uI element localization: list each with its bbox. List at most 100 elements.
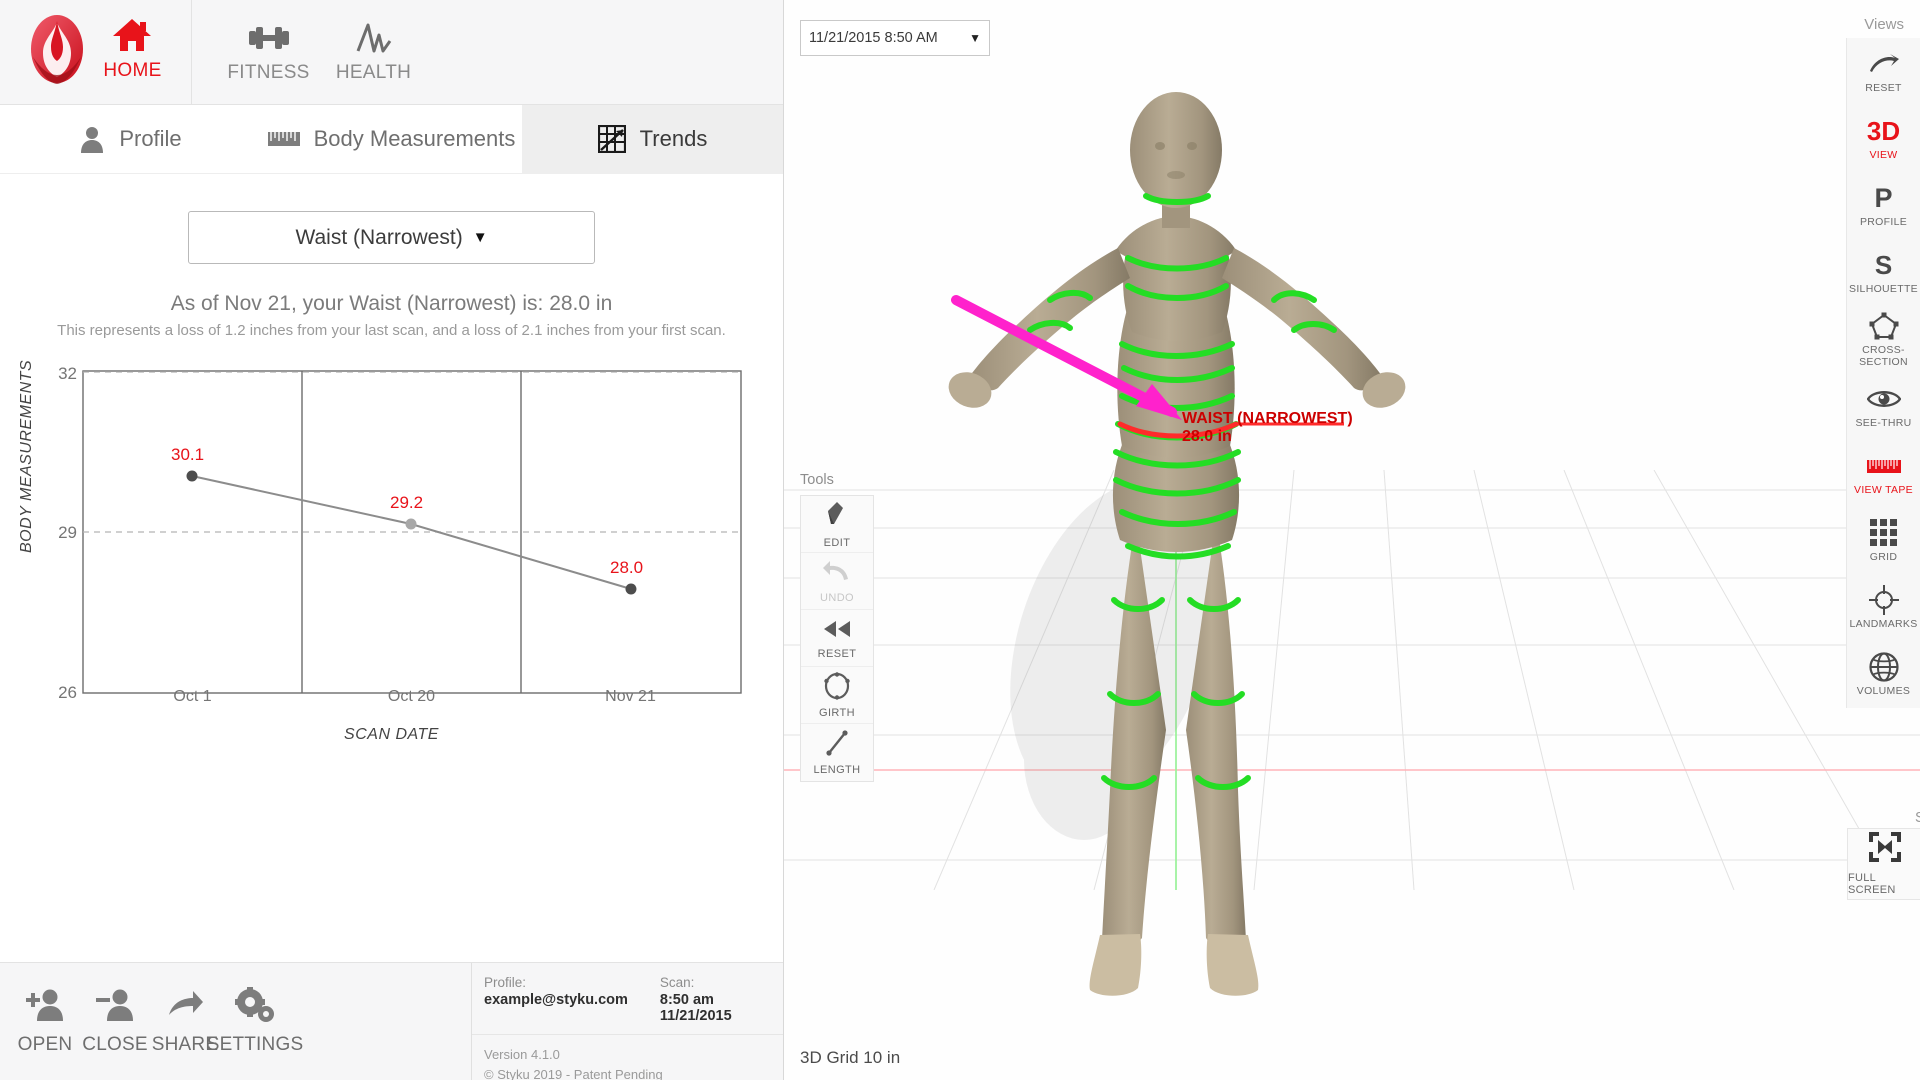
open-button[interactable]: OPEN [10,963,80,1080]
tool-label-edit: EDIT [823,536,851,549]
ruler-icon [267,129,300,149]
girth-ring-icon [823,671,851,705]
view-label-reset: RESET [1865,82,1902,94]
tool-girth[interactable]: GIRTH [801,667,873,724]
view-label-grid: GRID [1869,551,1898,563]
remove-person-icon [95,987,135,1028]
s-letter-icon: S [1874,249,1893,280]
styku-logo-icon [29,13,85,85]
tab-bar: Profile Body Measurements Trends [0,105,783,174]
view-label-silhouette: SILHOUETTE [1849,283,1918,295]
chart-ytick-29: 29 [58,523,77,543]
measure-value: 28.0 in [1182,428,1232,445]
nav-label-health: HEALTH [335,62,412,83]
summary-detail: This represents a loss of 1.2 inches fro… [57,322,726,339]
chart-point-label-0: 30.1 [171,445,205,465]
tools-panel: EDIT UNDO RESET GIRTH LENGTH [800,495,874,782]
view-label-3d: VIEW [1869,149,1898,161]
views-panel: RESET 3D VIEW P PROFILE S SILHOUETTE CRO… [1846,38,1920,708]
view-profile[interactable]: P PROFILE [1847,172,1920,239]
full-screen-button[interactable]: FULL SCREEN [1848,829,1920,899]
view-label-landmarks: LANDMARKS [1849,618,1918,630]
share-button[interactable]: SHARE [150,963,220,1080]
screen-settings-panel: FULL SCREEN SPLIT-SCREEN [1847,828,1920,900]
top-navigation-bar: HOME FITNESS HEALTH [0,0,783,105]
full-screen-label: FULL SCREEN [1848,872,1896,896]
tools-title: Tools [800,472,834,488]
p-letter-icon: P [1874,182,1893,213]
pen-icon [824,500,850,535]
footer-info-bottom: Version 4.1.0 © Styku 2019 - Patent Pend… [472,1035,783,1080]
tab-label-trends: Trends [639,126,708,151]
view-label-volumes: VOLUMES [1856,685,1911,697]
tab-body-measurements[interactable]: Body Measurements [261,105,522,173]
open-label: OPEN [17,1034,73,1055]
tool-undo[interactable]: UNDO [801,553,873,610]
view-3d[interactable]: 3D VIEW [1847,105,1920,172]
view-label-profile: PROFILE [1859,216,1908,228]
tape-measure-icon [1866,451,1901,481]
tab-label-profile: Profile [119,126,182,151]
footer-info: Profile: example@styku.com Scan: 8:50 am… [471,963,783,1080]
measurement-selector-wrap: Waist (Narrowest) ▼ [0,174,783,264]
measure-label: WAIST (NARROWEST) [1182,410,1353,427]
view-volumes[interactable]: VOLUMES [1847,641,1920,708]
view-label-cross-section: CROSS-SECTION [1859,344,1908,368]
footer-scan: Scan: 8:50 am 11/21/2015 [660,975,783,1024]
nav-label-home: HOME [103,59,162,81]
logo-cell: HOME [0,0,192,104]
person-icon [79,125,105,153]
chart-x-axis-label: SCAN DATE [344,726,439,744]
crosshair-icon [1868,585,1899,615]
footer-tools: OPEN CLOSE SHARE SETTINGS [0,963,303,1080]
footer-info-top: Profile: example@styku.com Scan: 8:50 am… [472,963,783,1035]
tool-length[interactable]: LENGTH [801,724,873,781]
view-silhouette[interactable]: S SILHOUETTE [1847,239,1920,306]
views-title: Views [1864,16,1904,33]
pentagon-icon [1869,311,1899,341]
view-grid[interactable]: GRID [1847,507,1920,574]
add-person-icon [25,987,65,1028]
measurement-selector[interactable]: Waist (Narrowest) ▼ [188,211,595,264]
chevron-down-icon: ▼ [969,31,981,45]
view-see-thru[interactable]: SEE-THRU [1847,373,1920,440]
tool-reset[interactable]: RESET [801,610,873,667]
tool-edit[interactable]: EDIT [801,496,873,553]
reset-arrow-icon [1867,49,1901,79]
nav-item-health[interactable]: HEALTH [321,0,426,84]
pulse-icon [355,16,393,60]
view-landmarks[interactable]: LANDMARKS [1847,574,1920,641]
view-label-see-thru: SEE-THRU [1855,417,1912,429]
eye-icon [1866,384,1901,414]
chart-y-axis-label: BODY MEASUREMENTS [18,360,35,554]
scan-date-value: 11/21/2015 8:50 AM [809,30,938,46]
tab-trends[interactable]: Trends [522,105,783,173]
summary-headline: As of Nov 21, your Waist (Narrowest) is:… [170,292,613,315]
body-avatar[interactable] [784,0,1920,1080]
chart-ytick-32: 32 [58,364,77,384]
tool-label-undo: UNDO [820,591,854,604]
scan-date-select[interactable]: 11/21/2015 8:50 AM ▼ [800,20,990,56]
tool-label-girth: GIRTH [818,706,856,719]
view-cross-section[interactable]: CROSS-SECTION [1847,306,1920,373]
view-reset[interactable]: RESET [1847,38,1920,105]
length-line-icon [824,729,850,762]
nav-item-fitness[interactable]: FITNESS [216,0,321,84]
dumbbell-icon [247,16,291,60]
trends-chart: BODY MEASUREMENTS 32 29 26 30.1 29.2 28.… [0,360,783,763]
tab-profile[interactable]: Profile [0,105,261,173]
view-tape[interactable]: VIEW TAPE [1847,440,1920,507]
view-label-tape: VIEW TAPE [1854,484,1913,496]
chevron-down-icon: ▼ [472,229,488,246]
3d-text-icon: 3D [1866,115,1901,146]
tool-label-length: LENGTH [813,764,861,776]
nav-item-home[interactable]: HOME [103,17,161,82]
summary-block: As of Nov 21, your Waist (Narrowest) is:… [0,292,783,341]
chart-point-label-1: 29.2 [390,493,424,513]
close-button[interactable]: CLOSE [80,963,150,1080]
app-root: HOME FITNESS HEALTH Profile Body Measure… [0,0,1920,1080]
footer-profile-value: example@styku.com [484,992,628,1008]
chart-xtick-0: Oct 1 [173,688,212,706]
chart-x-ticks: Oct 1 Oct 20 Nov 21 [83,688,740,706]
settings-button[interactable]: SETTINGS [207,963,303,1080]
